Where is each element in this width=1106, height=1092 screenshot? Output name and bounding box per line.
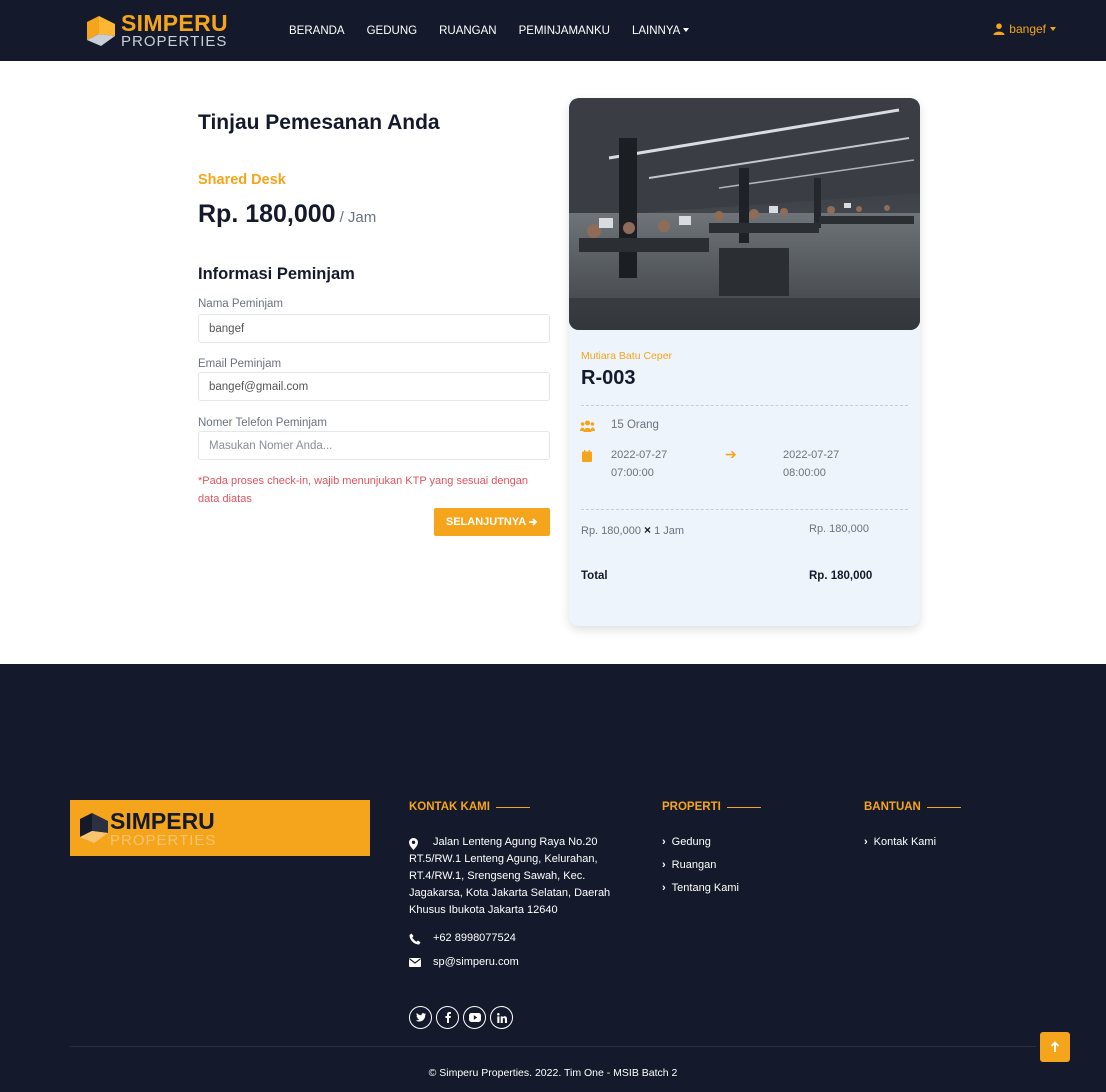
chevron-right-icon: › bbox=[662, 859, 666, 871]
room-code: R-003 bbox=[581, 367, 636, 389]
footer-link-ruangan[interactable]: › Ruangan bbox=[662, 859, 716, 871]
top-navbar: SIMPERU PROPERTIES BERANDA GEDUNG RUANGA… bbox=[0, 0, 1106, 61]
chevron-down-icon bbox=[1050, 27, 1056, 31]
arrow-right-icon bbox=[529, 518, 538, 526]
multiply-icon: × bbox=[644, 523, 652, 537]
phone-icon bbox=[409, 933, 421, 945]
calendar-icon bbox=[582, 450, 592, 462]
start-datetime: 2022-07-27 07:00:00 bbox=[611, 446, 667, 482]
brand-title: SIMPERU bbox=[121, 10, 228, 36]
price-calculation: Rp. 180,000 × 1 Jam bbox=[581, 523, 684, 537]
next-button-label: SELANJUTNYA bbox=[445, 516, 527, 528]
footer-link-ruangan-label: Ruangan bbox=[671, 859, 717, 871]
booking-summary-card: Mutiara Batu Ceper R-003 15 Orang 2022-0… bbox=[569, 98, 920, 626]
group-icon bbox=[580, 420, 595, 432]
price-unit: / Jam bbox=[339, 209, 377, 226]
back-to-top-button[interactable] bbox=[1040, 1032, 1070, 1062]
nav-beranda[interactable]: BERANDA bbox=[289, 25, 345, 37]
youtube-icon[interactable] bbox=[463, 1006, 486, 1029]
contact-heading: KONTAK KAMI bbox=[409, 801, 530, 813]
email-address[interactable]: sp@simperu.com bbox=[433, 954, 519, 971]
next-button[interactable]: SELANJUTNYA bbox=[434, 508, 550, 536]
property-heading: PROPERTI bbox=[662, 801, 761, 813]
start-time: 07:00:00 bbox=[611, 467, 654, 479]
footer-link-gedung-label: Gedung bbox=[671, 836, 711, 848]
logo-mark-icon bbox=[78, 811, 112, 845]
arrow-up-icon bbox=[1050, 1041, 1060, 1052]
footer: SIMPERU PROPERTIES KONTAK KAMI Jalan Len… bbox=[0, 664, 1106, 1092]
room-type: Shared Desk bbox=[198, 172, 286, 188]
nav-ruangan[interactable]: RUANGAN bbox=[439, 25, 497, 37]
email-field[interactable] bbox=[198, 372, 550, 401]
nav-lainnya-label: LAINNYA bbox=[631, 24, 681, 37]
chevron-right-icon: › bbox=[662, 882, 666, 894]
total-value: Rp. 180,000 bbox=[809, 570, 873, 582]
phone-field[interactable] bbox=[198, 431, 550, 460]
price-amount: Rp. 180,000 bbox=[198, 200, 336, 228]
footer-link-tentang-kami[interactable]: › Tentang Kami bbox=[662, 882, 739, 894]
brand-logo[interactable]: SIMPERU PROPERTIES bbox=[85, 12, 228, 49]
building-location: Mutiara Batu Ceper bbox=[581, 350, 673, 362]
nav-links: BERANDA GEDUNG RUANGAN PEMINJAMANKU LAIN… bbox=[289, 0, 711, 61]
twitter-icon[interactable] bbox=[409, 1006, 432, 1029]
chevron-right-icon: › bbox=[662, 836, 666, 848]
calc-subtotal: Rp. 180,000 bbox=[809, 523, 869, 535]
calc-price: Rp. 180,000 bbox=[581, 525, 641, 537]
divider bbox=[581, 405, 908, 406]
name-label: Nama Peminjam bbox=[198, 298, 283, 310]
end-datetime: 2022-07-27 08:00:00 bbox=[783, 446, 839, 482]
chevron-down-icon bbox=[683, 28, 690, 33]
brand-subtitle: PROPERTIES bbox=[121, 33, 228, 50]
end-date: 2022-07-27 bbox=[783, 449, 840, 461]
user-name: bangef bbox=[1009, 22, 1046, 36]
price-line: Rp. 180,000/ Jam bbox=[198, 200, 376, 229]
address: Jalan Lenteng Agung Raya No.20 RT.5/RW.1… bbox=[409, 836, 611, 916]
arrow-right-icon: ➔ bbox=[725, 446, 737, 462]
copyright: © Simperu Properties. 2022. Tim One - MS… bbox=[428, 1067, 678, 1079]
footer-link-tentang-kami-label: Tentang Kami bbox=[671, 882, 739, 894]
help-heading: BANTUAN bbox=[864, 801, 961, 813]
footer-brand-subtitle: PROPERTIES bbox=[110, 832, 217, 849]
checkin-notice: *Pada proses check-in, wajib menunjukan … bbox=[198, 475, 528, 505]
capacity: 15 Orang bbox=[611, 419, 659, 431]
phone-number[interactable]: +62 8998077524 bbox=[433, 930, 516, 947]
borrower-info-title: Informasi Peminjam bbox=[198, 265, 355, 283]
footer-logo[interactable]: SIMPERU PROPERTIES bbox=[70, 800, 370, 856]
room-photo bbox=[569, 98, 920, 330]
end-time: 08:00:00 bbox=[783, 467, 826, 479]
email-label: Email Peminjam bbox=[198, 358, 282, 370]
footer-link-kontak-kami-label: Kontak Kami bbox=[873, 836, 937, 848]
linkedin-icon[interactable] bbox=[490, 1006, 513, 1029]
nav-lainnya-dropdown[interactable]: LAINNYA bbox=[631, 24, 690, 37]
divider bbox=[581, 509, 908, 510]
footer-link-gedung[interactable]: › Gedung bbox=[662, 836, 711, 848]
chevron-right-icon: › bbox=[864, 836, 868, 848]
page-title: Tinjau Pemesanan Anda bbox=[198, 111, 440, 134]
user-icon bbox=[993, 23, 1005, 35]
start-date: 2022-07-27 bbox=[611, 449, 668, 461]
nav-peminjamanku[interactable]: PEMINJAMANKU bbox=[519, 25, 610, 37]
total-label: Total bbox=[581, 570, 608, 582]
name-field[interactable] bbox=[198, 314, 550, 343]
logo-mark-icon bbox=[85, 14, 119, 48]
footer-link-kontak-kami[interactable]: › Kontak Kami bbox=[864, 836, 936, 848]
footer-divider bbox=[70, 1046, 1036, 1047]
social-links bbox=[409, 1006, 513, 1029]
phone-label: Nomer Telefon Peminjam bbox=[198, 417, 327, 429]
footer-brand-title: SIMPERU bbox=[110, 808, 215, 834]
facebook-icon[interactable] bbox=[436, 1006, 459, 1029]
nav-gedung[interactable]: GEDUNG bbox=[367, 25, 417, 37]
user-menu[interactable]: bangef bbox=[993, 22, 1056, 36]
envelope-icon bbox=[409, 958, 421, 967]
calc-duration: 1 Jam bbox=[654, 525, 685, 537]
